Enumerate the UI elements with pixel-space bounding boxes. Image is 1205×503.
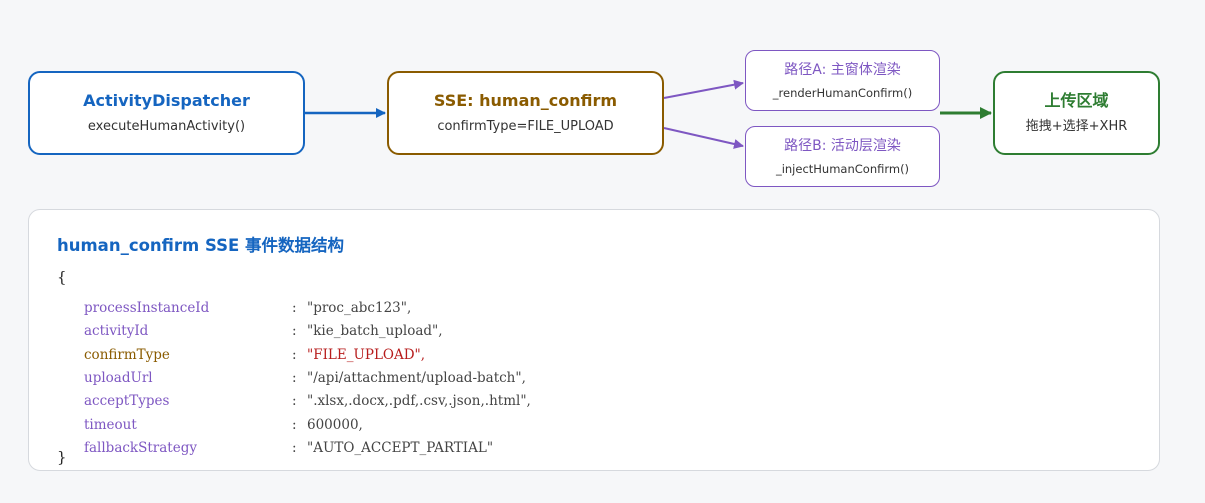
field-key: processInstanceId: [84, 300, 210, 316]
node-sse-human-confirm: SSE: human_confirm confirmType=FILE_UPLO…: [387, 71, 664, 155]
field-value: "proc_abc123",: [307, 300, 412, 316]
arrow-sse-to-path-b: [663, 127, 744, 149]
field-colon: :: [292, 440, 297, 456]
node-subtitle: _injectHumanConfirm(): [775, 161, 910, 176]
node-subtitle: confirmType=FILE_UPLOAD: [437, 119, 614, 134]
open-brace: {: [57, 268, 67, 286]
node-subtitle: 拖拽+选择+XHR: [1025, 119, 1128, 134]
close-brace: }: [57, 448, 67, 466]
node-subtitle: executeHumanActivity(): [87, 119, 246, 134]
node-subtitle: _renderHumanConfirm(): [772, 85, 913, 100]
field-value: ".xlsx,.docx,.pdf,.csv,.json,.html",: [307, 393, 531, 409]
field-colon: :: [292, 300, 297, 316]
field-value: "/api/attachment/upload-batch",: [307, 370, 526, 386]
field-key: timeout: [84, 417, 137, 433]
field-key: uploadUrl: [84, 370, 153, 386]
field-key: confirmType: [84, 347, 170, 363]
field-value: "FILE_UPLOAD",: [307, 347, 426, 363]
field-value: "kie_batch_upload",: [307, 323, 443, 339]
field-colon: :: [292, 393, 297, 409]
field-key: activityId: [84, 323, 149, 339]
field-value: 600000,: [307, 417, 363, 433]
node-title: 路径B: 活动层渲染: [784, 137, 901, 154]
node-title: SSE: human_confirm: [433, 91, 618, 110]
field-colon: :: [292, 417, 297, 433]
node-activity-dispatcher: ActivityDispatcher executeHumanActivity(…: [28, 71, 305, 155]
field-colon: :: [292, 370, 297, 386]
field-key: fallbackStrategy: [84, 440, 197, 456]
field-colon: :: [292, 323, 297, 339]
node-title: 上传区域: [1044, 91, 1109, 110]
node-path-b: 路径B: 活动层渲染 _injectHumanConfirm(): [745, 126, 940, 187]
node-upload-area: 上传区域 拖拽+选择+XHR: [993, 71, 1160, 155]
field-value: "AUTO_ACCEPT_PARTIAL": [307, 440, 494, 456]
node-title: 路径A: 主窗体渲染: [784, 61, 901, 78]
field-key: acceptTypes: [84, 393, 170, 409]
arrow-sse-to-path-a: [663, 79, 744, 99]
field-colon: :: [292, 347, 297, 363]
sse-data-structure-card: human_confirm SSE 事件数据结构 { processInstan…: [28, 209, 1160, 471]
node-title: ActivityDispatcher: [83, 91, 250, 110]
node-path-a: 路径A: 主窗体渲染 _renderHumanConfirm(): [745, 50, 940, 111]
card-title: human_confirm SSE 事件数据结构: [57, 236, 345, 255]
